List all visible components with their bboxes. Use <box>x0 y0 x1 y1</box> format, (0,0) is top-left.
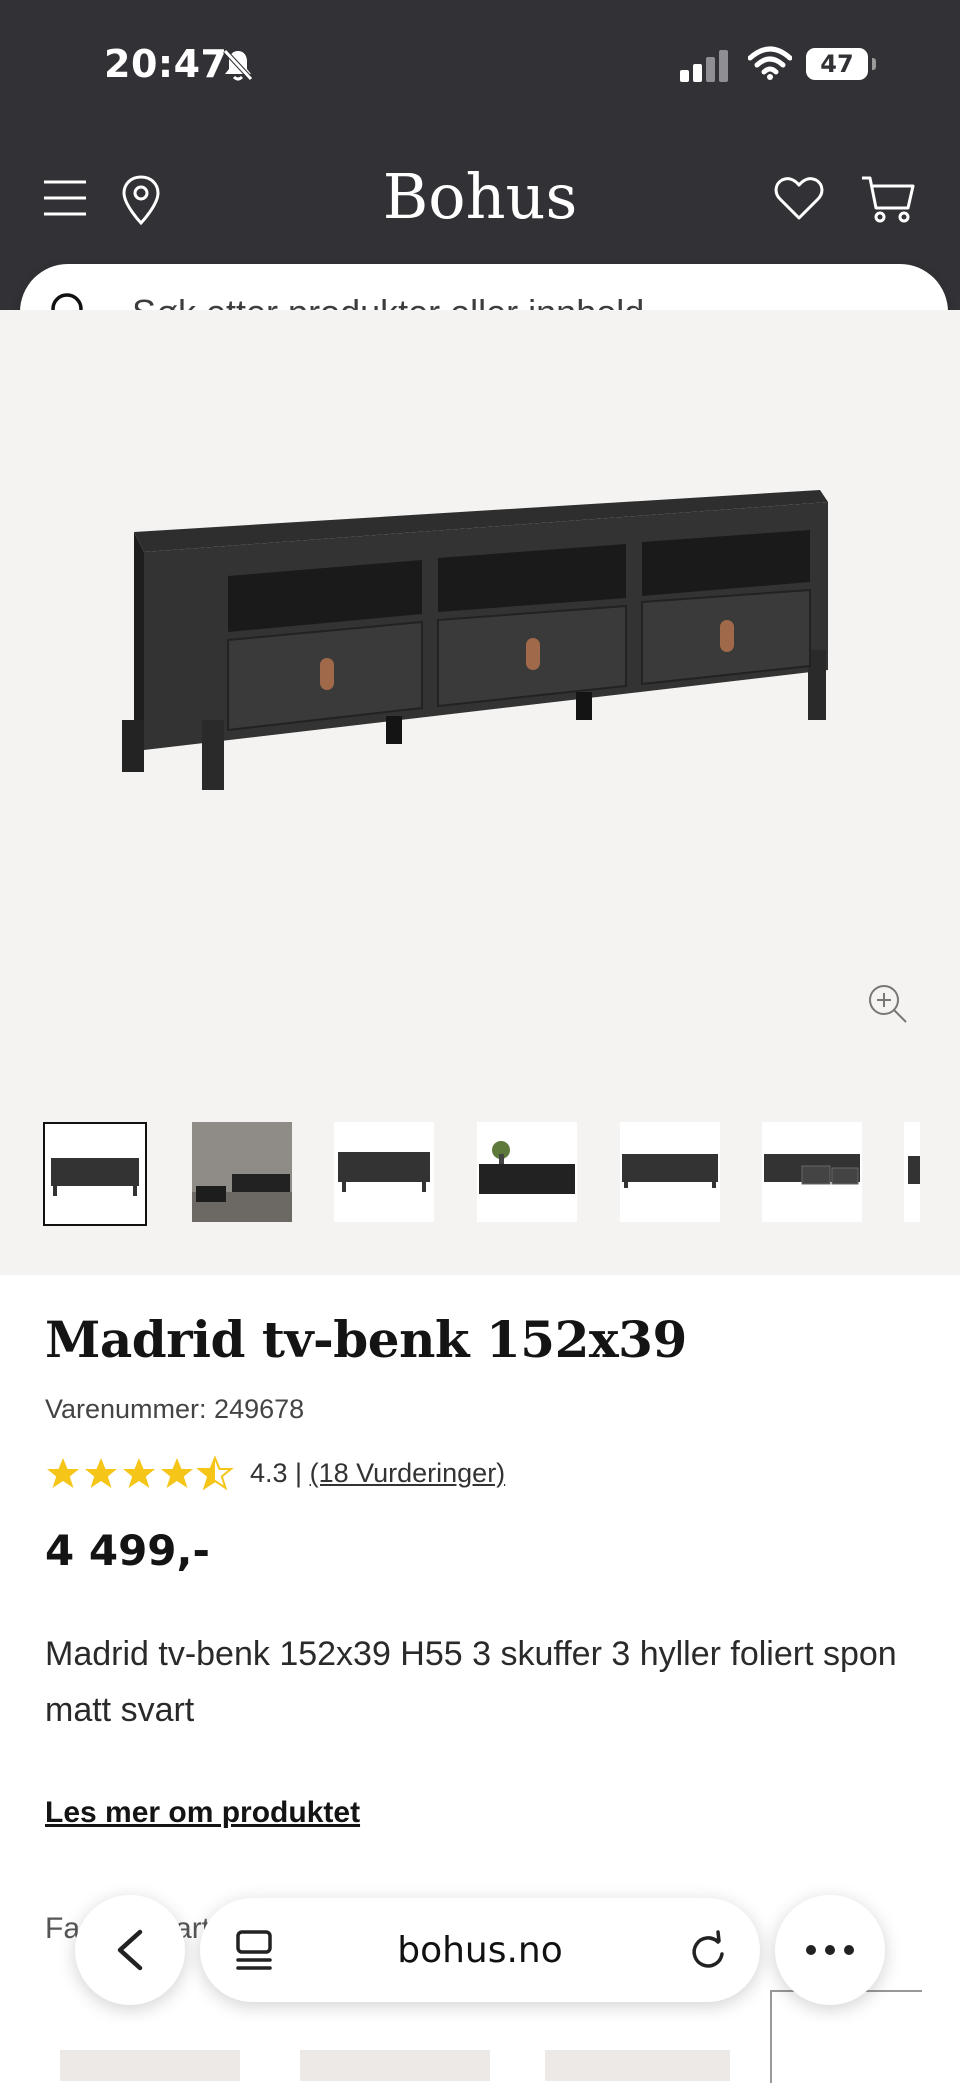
bell-muted-icon <box>223 49 253 81</box>
thumbnail[interactable] <box>43 1122 147 1226</box>
wifi-icon <box>748 46 792 80</box>
status-bar: 20:47 47 <box>0 0 960 130</box>
battery-indicator: 47 <box>806 48 868 80</box>
product-main-image[interactable] <box>120 460 840 800</box>
product-sku: Varenummer: 249678 <box>45 1394 305 1424</box>
thumbnail[interactable] <box>762 1122 862 1222</box>
thumbnail-strip <box>0 1122 960 1232</box>
zoom-in-icon[interactable] <box>866 982 910 1026</box>
product-price: 4 499,- <box>45 1526 210 1575</box>
rating-value: 4.3 | <box>250 1458 303 1488</box>
more-button[interactable] <box>775 1895 885 2005</box>
color-swatches <box>0 1990 960 2083</box>
back-icon[interactable] <box>112 1928 148 1972</box>
swatch[interactable] <box>300 2050 490 2081</box>
cart-icon[interactable] <box>860 174 916 224</box>
url-text[interactable]: bohus.no <box>200 1930 760 1971</box>
thumbnail[interactable] <box>192 1122 292 1222</box>
rating-stars <box>47 1457 232 1489</box>
battery-cap <box>872 58 876 70</box>
product-title: Madrid tv-benk 152x39 <box>45 1310 687 1369</box>
heart-icon[interactable] <box>774 176 824 222</box>
rating-score: 4.3 | (18 Vurderinger) <box>250 1458 505 1489</box>
back-button[interactable] <box>75 1895 185 2005</box>
address-bar[interactable]: bohus.no <box>200 1898 760 2002</box>
product-info: Madrid tv-benk 152x39 Varenummer: 249678… <box>45 1310 925 1829</box>
read-more-link[interactable]: Les mer om produktet <box>45 1796 360 1830</box>
browser-toolbar: bohus.no <box>0 1890 960 2020</box>
thumbnail[interactable] <box>334 1122 434 1222</box>
thumbnail[interactable] <box>904 1122 920 1222</box>
thumbnail[interactable] <box>620 1122 720 1222</box>
thumbnail[interactable] <box>477 1122 577 1222</box>
status-time: 20:47 <box>104 42 228 86</box>
product-description: Madrid tv-benk 152x39 H55 3 skuffer 3 hy… <box>45 1635 897 1729</box>
reviews-link[interactable]: (18 Vurderinger) <box>310 1458 506 1488</box>
more-icon[interactable] <box>804 1943 856 1957</box>
signal-icon <box>680 50 728 82</box>
swatch[interactable] <box>60 2050 240 2081</box>
reload-icon[interactable] <box>688 1930 728 1972</box>
swatch[interactable] <box>545 2050 730 2081</box>
